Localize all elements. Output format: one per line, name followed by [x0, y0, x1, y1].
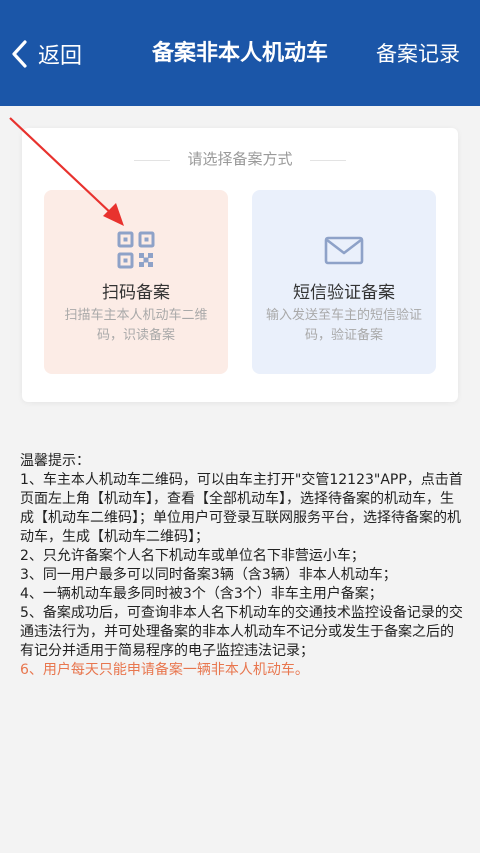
envelope-icon	[252, 230, 436, 270]
tip-item: 1、车主本人机动车二维码，可以由车主打开"交管12123"APP，点击首页面左上…	[20, 472, 463, 545]
back-label: 返回	[38, 44, 83, 69]
sms-verification-filing-option[interactable]: 短信验证备案 输入发送至车主的短信验证码，验证备案	[252, 190, 436, 374]
back-button[interactable]: 返回	[10, 36, 82, 72]
filing-method-card: 请选择备案方式 扫码备案 扫描车主本人机动车二维码，识读备案 短信验证备案 输入…	[22, 128, 458, 402]
card-title: 请选择备案方式	[187, 150, 293, 168]
tips-section: 温馨提示： 1、车主本人机动车二维码，可以由车主打开"交管12123"APP，点…	[20, 452, 464, 680]
scan-code-filing-option[interactable]: 扫码备案 扫描车主本人机动车二维码，识读备案	[44, 190, 228, 374]
title-divider-right	[310, 160, 346, 161]
tip-item: 4、一辆机动车最多同时被3个（含3个）非车主用户备案；	[20, 586, 383, 602]
tip-item: 2、只允许备案个人名下机动车或单位名下非营运小车；	[20, 548, 365, 564]
option-description: 扫描车主本人机动车二维码，识读备案	[64, 308, 208, 343]
chevron-left-icon	[10, 39, 28, 69]
tips-heading: 温馨提示：	[20, 453, 90, 469]
tip-item-highlight: 6、用户每天只能申请备案一辆非本人机动车。	[20, 662, 309, 678]
tip-item: 3、同一用户最多可以同时备案3辆（含3辆）非本人机动车；	[20, 567, 397, 583]
option-label: 短信验证备案	[293, 283, 395, 303]
top-navigation-bar: 返回 备案非本人机动车 备案记录	[0, 0, 480, 106]
filing-records-button[interactable]: 备案记录	[376, 36, 460, 72]
option-label: 扫码备案	[102, 283, 170, 303]
option-description: 输入发送至车主的短信验证码，验证备案	[266, 308, 423, 343]
qr-code-icon	[44, 230, 228, 270]
tip-item: 5、备案成功后，可查询非本人名下机动车的交通技术监控设备记录的交通违法行为，并可…	[20, 605, 463, 659]
